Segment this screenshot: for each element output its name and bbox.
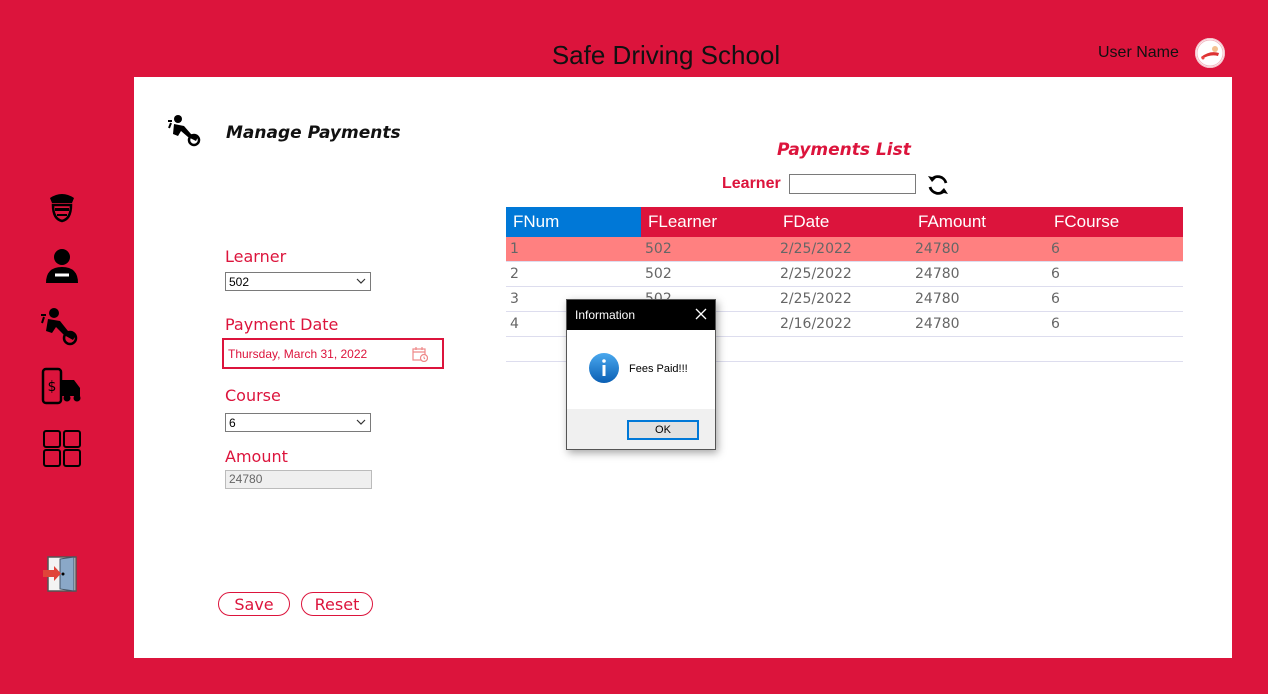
table-cell: 6 xyxy=(1047,311,1183,337)
column-header[interactable]: FDate xyxy=(776,207,911,237)
table-cell: 2 xyxy=(506,261,641,287)
table-cell: 502 xyxy=(641,261,776,287)
table-cell: 24780 xyxy=(911,237,1047,262)
payment-date-picker[interactable]: Thursday, March 31, 2022 xyxy=(222,338,444,369)
payments-list-title: Payments List xyxy=(777,140,911,160)
learner-select-value: 502 xyxy=(229,275,250,289)
filter-learner-label: Learner xyxy=(722,175,781,192)
nav-payments-icon[interactable] xyxy=(40,305,84,347)
payment-date-value: Thursday, March 31, 2022 xyxy=(228,347,368,361)
course-select-value: 6 xyxy=(229,416,236,430)
table-cell: 24780 xyxy=(911,311,1047,337)
ok-button[interactable]: OK xyxy=(627,420,699,440)
chevron-down-icon xyxy=(356,419,366,425)
nav-dashboard-icon[interactable] xyxy=(40,428,84,470)
column-header[interactable]: FCourse xyxy=(1047,207,1183,237)
avatar[interactable] xyxy=(1195,38,1225,68)
table-row[interactable]: 2 502 2/25/2022 24780 6 xyxy=(506,261,1183,287)
table-cell: 6 xyxy=(1047,261,1183,287)
course-select[interactable]: 6 xyxy=(225,413,371,432)
information-dialog[interactable]: Information Fees Paid!!! OK xyxy=(566,299,716,450)
dialog-titlebar[interactable]: Information xyxy=(567,300,715,330)
table-row[interactable]: 1 502 2/25/2022 24780 6 xyxy=(506,237,1183,262)
table-cell: 6 xyxy=(1047,237,1183,262)
nav-driver-icon[interactable] xyxy=(40,188,84,230)
learner-label: Learner xyxy=(225,247,287,266)
learner-select[interactable]: 502 xyxy=(225,272,371,291)
table-cell: 6 xyxy=(1047,286,1183,312)
payment-date-label: Payment Date xyxy=(225,315,339,334)
dialog-body: Fees Paid!!! xyxy=(567,330,715,409)
nav-learner-icon[interactable] xyxy=(40,245,84,287)
refresh-icon[interactable] xyxy=(926,173,950,197)
column-header[interactable]: FAmount xyxy=(911,207,1047,237)
close-icon[interactable] xyxy=(695,308,707,320)
avatar-icon xyxy=(1196,39,1224,67)
payments-page-icon xyxy=(168,113,208,149)
chevron-down-icon xyxy=(356,278,366,284)
table-cell: 2/25/2022 xyxy=(776,261,911,287)
calendar-icon[interactable] xyxy=(412,346,428,362)
table-cell: 1 xyxy=(506,237,641,262)
course-label: Course xyxy=(225,386,281,405)
table-cell: 2/25/2022 xyxy=(776,237,911,262)
info-icon xyxy=(589,353,619,383)
table-cell: 2/16/2022 xyxy=(776,311,911,337)
table-cell: 502 xyxy=(641,237,776,262)
svg-text:$: $ xyxy=(48,379,57,395)
table-cell: 2/25/2022 xyxy=(776,286,911,312)
user-name: User Name xyxy=(1098,44,1179,61)
nav-fees-icon[interactable]: $ xyxy=(40,366,84,408)
filter-learner-input[interactable] xyxy=(789,174,916,194)
logout-icon[interactable] xyxy=(40,555,84,597)
column-header[interactable]: FLearner xyxy=(641,207,776,237)
page-title: Manage Payments xyxy=(226,123,401,143)
column-header[interactable]: FNum xyxy=(506,207,641,237)
table-header-row: FNum FLearner FDate FAmount FCourse xyxy=(506,207,1183,237)
amount-label: Amount xyxy=(225,447,288,466)
dialog-message: Fees Paid!!! xyxy=(629,363,688,375)
app-title: Safe Driving School xyxy=(551,40,781,70)
table-cell: 24780 xyxy=(911,286,1047,312)
amount-field[interactable]: 24780 xyxy=(225,470,372,489)
reset-button[interactable]: Reset xyxy=(301,592,373,616)
dialog-title: Information xyxy=(575,308,636,322)
save-button[interactable]: Save xyxy=(218,592,290,616)
table-cell: 24780 xyxy=(911,261,1047,287)
